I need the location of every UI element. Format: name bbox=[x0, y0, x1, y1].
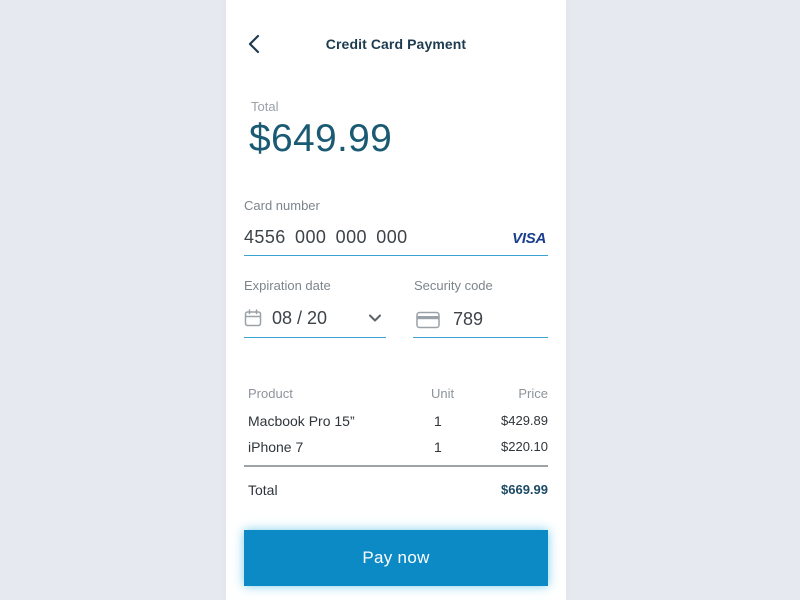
total-label: Total bbox=[251, 99, 279, 114]
card-number-field[interactable]: 4556 000 000 000 VISA bbox=[244, 222, 548, 256]
card-number-value: 4556 000 000 000 bbox=[244, 227, 408, 247]
expiration-date-value: 08 / 20 bbox=[272, 308, 328, 328]
page-title: Credit Card Payment bbox=[325, 36, 467, 52]
credit-card-icon bbox=[416, 311, 440, 329]
card-brand: VISA bbox=[512, 230, 546, 247]
column-header-product: Product bbox=[248, 386, 293, 401]
pay-now-button[interactable]: Pay now bbox=[244, 530, 548, 586]
chevron-down-icon[interactable] bbox=[368, 312, 382, 324]
header: Credit Card Payment bbox=[226, 0, 566, 90]
table-divider bbox=[244, 465, 548, 467]
product-price: $220.10 bbox=[501, 439, 548, 454]
table-total-row: Total $669.99 bbox=[248, 482, 548, 502]
security-code-label: Security code bbox=[414, 278, 493, 293]
calendar-icon bbox=[244, 309, 262, 327]
product-unit: 1 bbox=[434, 413, 442, 429]
product-price: $429.89 bbox=[501, 413, 548, 428]
security-code-value: 789 bbox=[453, 309, 484, 329]
column-header-unit: Unit bbox=[431, 386, 455, 401]
payment-screen: Credit Card Payment Total $649.99 Card n… bbox=[226, 0, 566, 600]
expiration-date-label: Expiration date bbox=[244, 278, 331, 293]
total-amount: $649.99 bbox=[249, 117, 393, 160]
column-header-price: Price bbox=[518, 386, 548, 401]
table-row: iPhone 7 1 $220.10 bbox=[248, 439, 548, 459]
product-name: Macbook Pro 15” bbox=[248, 413, 355, 429]
product-unit: 1 bbox=[434, 439, 442, 455]
expiration-date-select[interactable]: 08 / 20 bbox=[244, 302, 386, 338]
security-code-field[interactable]: 789 bbox=[413, 302, 548, 338]
table-total-label: Total bbox=[248, 482, 278, 498]
table-total-value: $669.99 bbox=[501, 482, 548, 497]
card-number-label: Card number bbox=[244, 198, 320, 213]
visa-logo: VISA bbox=[512, 230, 546, 247]
table-row: Macbook Pro 15” 1 $429.89 bbox=[248, 413, 548, 433]
product-name: iPhone 7 bbox=[248, 439, 304, 455]
